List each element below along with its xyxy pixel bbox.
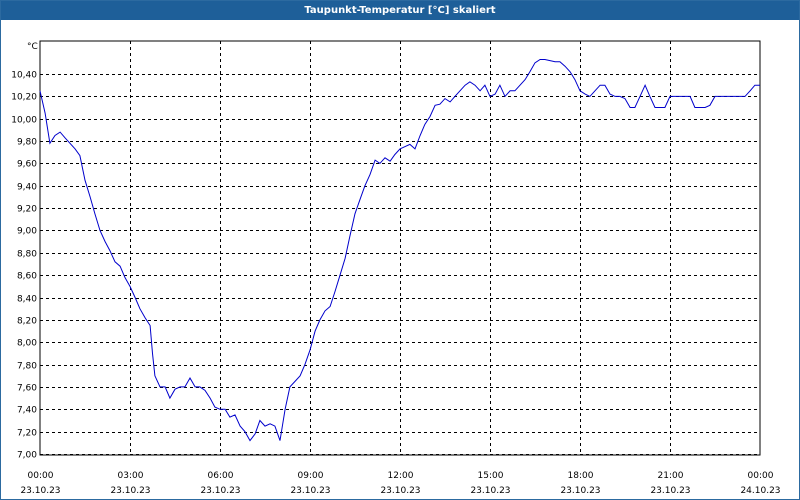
y-tick-label: 7,80 (17, 362, 37, 372)
chart-plot: °C 10,40 10,20 10,00 9,80 9,60 9,40 9,20 9,00 8,… (11, 40, 781, 496)
y-axis: 10,40 10,20 10,00 9,80 9,60 9,40 9,20 9,00 8,80 8… (11, 71, 37, 461)
x-tick-time-label: 06:00 (208, 471, 234, 481)
x-tick-time-label: 18:00 (568, 471, 594, 481)
y-tick-label: 8,80 (17, 250, 37, 260)
y-tick-label: 10,40 (11, 71, 37, 81)
x-tick-date-label: 23.10.23 (200, 486, 240, 496)
grid (40, 41, 760, 455)
y-tick-label: 9,00 (17, 227, 37, 237)
y-tick-label: 10,00 (11, 116, 37, 126)
x-tick-time-label: 09:00 (298, 471, 324, 481)
y-tick-label: 8,60 (17, 272, 37, 282)
y-tick-label: 7,60 (17, 384, 37, 394)
chart-window: Taupunkt-Temperatur [°C] skaliert °C 10,… (0, 0, 800, 500)
x-tick-date-label: 23.10.23 (470, 486, 510, 496)
x-tick-date-label: 23.10.23 (290, 486, 330, 496)
y-tick-label: 8,20 (17, 317, 37, 327)
y-tick-label: 8,40 (17, 295, 37, 305)
x-tick-time-label: 21:00 (658, 471, 684, 481)
y-tick-label: 8,00 (17, 339, 37, 349)
x-tick-date-label: 24.10.23 (740, 486, 780, 496)
y-tick-label: 10,20 (11, 93, 37, 103)
x-tick-date-label: 23.10.23 (110, 486, 150, 496)
x-tick-date-label: 23.10.23 (650, 486, 690, 496)
x-tick-date-label: 23.10.23 (560, 486, 600, 496)
y-tick-label: 7,20 (17, 429, 37, 439)
x-tick-time-label: 15:00 (478, 471, 504, 481)
x-axis: 00:00 23.10.23 03:00 23.10.23 06:00 23.10.23 0… (20, 471, 780, 496)
y-tick-label: 9,40 (17, 183, 37, 193)
x-tick-time-label: 00:00 (28, 471, 54, 481)
x-tick-date-label: 23.10.23 (20, 486, 60, 496)
y-tick-label: 9,60 (17, 160, 37, 170)
x-tick-time-label: 03:00 (118, 471, 144, 481)
y-tick-label: 9,20 (17, 205, 37, 215)
x-tick-date-label: 23.10.23 (380, 486, 420, 496)
x-tick-time-label: 12:00 (388, 471, 414, 481)
y-tick-label: 9,80 (17, 138, 37, 148)
y-axis-unit: °C (27, 42, 38, 52)
x-tick-time-label: 00:00 (748, 471, 774, 481)
y-tick-label: 7,40 (17, 406, 37, 416)
y-tick-label: 7,00 (17, 451, 37, 461)
